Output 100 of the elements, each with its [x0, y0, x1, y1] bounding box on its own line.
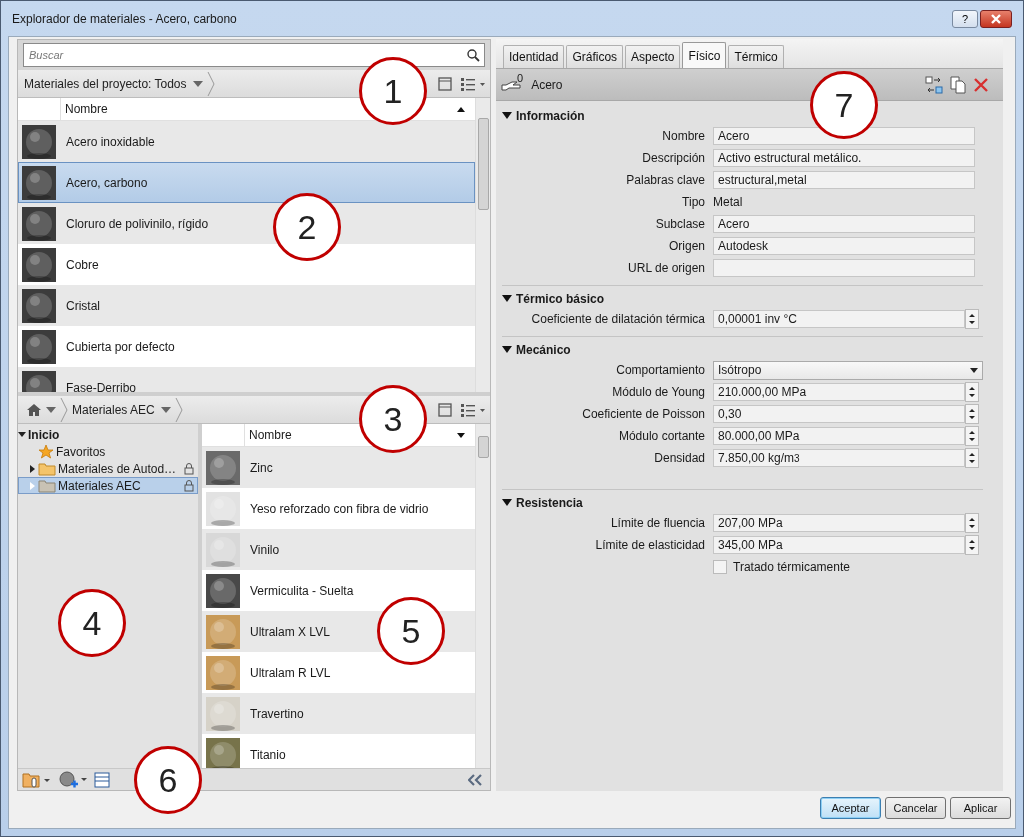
- input-field[interactable]: 0,00001 inv °C: [713, 310, 965, 328]
- chevron-icon: [174, 397, 183, 422]
- material-row[interactable]: Vinilo: [202, 529, 475, 570]
- tree-item[interactable]: Materiales de Autod…: [18, 460, 198, 477]
- section-header[interactable]: Mecánico: [502, 341, 983, 359]
- spinner-arrows-icon[interactable]: [965, 404, 979, 424]
- expanded-arrow-icon[interactable]: [502, 499, 512, 507]
- panel-icon[interactable]: [438, 402, 452, 417]
- input-field[interactable]: 207,00 MPa: [713, 514, 965, 532]
- expanded-arrow-icon[interactable]: [502, 112, 512, 120]
- replace-icon[interactable]: [925, 75, 943, 94]
- field-label: Nombre: [661, 129, 705, 143]
- tab[interactable]: Identidad: [503, 45, 565, 68]
- caret-icon: [160, 406, 171, 413]
- caret-icon[interactable]: [46, 406, 56, 413]
- expanded-arrow-icon[interactable]: [502, 295, 512, 303]
- folder-icon: [38, 478, 56, 493]
- dialog-button[interactable]: Aceptar: [820, 797, 881, 819]
- section-header[interactable]: Térmico básico: [502, 290, 983, 308]
- sort-down-icon[interactable]: [457, 432, 465, 438]
- collapse-icon[interactable]: [468, 773, 482, 786]
- tree-item[interactable]: Inicio: [18, 426, 198, 443]
- field-value: Metal: [713, 195, 743, 209]
- checkbox[interactable]: [713, 560, 727, 574]
- sort-up-icon[interactable]: [457, 106, 465, 112]
- tab[interactable]: Físico: [682, 42, 727, 68]
- field-label: Módulo cortante: [617, 429, 705, 443]
- tree-item-label: Materiales AEC: [58, 478, 142, 493]
- spinner-arrows-icon[interactable]: [965, 535, 979, 555]
- material-row[interactable]: Cristal: [18, 285, 475, 326]
- input-field[interactable]: [713, 259, 975, 277]
- breadcrumb-item[interactable]: Materiales AEC: [72, 402, 171, 417]
- scrollbar[interactable]: [475, 424, 490, 768]
- field-label: Subclase: [654, 217, 705, 231]
- field-label: Palabras clave: [625, 173, 705, 187]
- field-label: Límite de fluencia: [609, 516, 705, 530]
- tab[interactable]: Térmico: [728, 45, 784, 68]
- material-row[interactable]: Zinc: [202, 447, 475, 488]
- add-material-icon[interactable]: [58, 770, 88, 789]
- input-field[interactable]: 0,30: [713, 405, 965, 423]
- tab[interactable]: Aspecto: [625, 45, 681, 68]
- input-field[interactable]: Acero: [713, 127, 975, 145]
- field-label: Descripción: [641, 151, 705, 165]
- scrollbar[interactable]: [475, 98, 490, 392]
- input-field[interactable]: Activo estructural metálico.: [713, 149, 975, 167]
- field-label: URL de origen: [627, 261, 705, 275]
- input-field[interactable]: 345,00 MPa: [713, 536, 965, 554]
- caret-icon: [192, 80, 203, 87]
- field-label: Comportamiento: [615, 363, 705, 377]
- spinner-arrows-icon[interactable]: [965, 309, 979, 329]
- panel-icon[interactable]: [94, 771, 110, 788]
- tree-item[interactable]: Materiales AEC: [18, 477, 198, 494]
- chevron-icon: [60, 397, 68, 422]
- expanded-arrow-icon[interactable]: [18, 430, 26, 439]
- field-label: Origen: [667, 239, 705, 253]
- spinner-arrows-icon[interactable]: [965, 448, 979, 468]
- material-row[interactable]: Travertino: [202, 693, 475, 734]
- copy-icon[interactable]: [949, 75, 967, 94]
- home-icon[interactable]: [26, 402, 42, 417]
- spinner-arrows-icon[interactable]: [965, 513, 979, 533]
- dialog-button[interactable]: Aplicar: [950, 797, 1011, 819]
- search-field[interactable]: Buscar: [23, 43, 485, 67]
- dropdown[interactable]: Isótropo: [713, 360, 983, 380]
- checkbox-label: Tratado térmicamente: [733, 560, 850, 574]
- field-label: Coeficiente de Poisson: [581, 407, 705, 421]
- dialog-button[interactable]: Cancelar: [885, 797, 946, 819]
- chevron-icon: [206, 71, 215, 96]
- input-field[interactable]: 210.000,00 MPa: [713, 383, 965, 401]
- material-row[interactable]: Acero inoxidable: [18, 121, 475, 162]
- window-title: Explorador de materiales - Acero, carbono: [12, 11, 238, 26]
- help-button[interactable]: ?: [952, 9, 978, 28]
- star-icon: [38, 443, 54, 460]
- tab[interactable]: Gráficos: [566, 45, 624, 68]
- field-label: Coeficiente de dilatación térmica: [530, 312, 705, 326]
- section-header[interactable]: Resistencia: [502, 494, 983, 512]
- list-view-icon[interactable]: [460, 402, 486, 417]
- input-field[interactable]: Autodesk: [713, 237, 975, 255]
- field-label: Tipo: [681, 195, 705, 209]
- delete-icon[interactable]: [973, 76, 989, 93]
- tree-item-label: Materiales de Autod…: [58, 461, 178, 476]
- field-label: Módulo de Young: [611, 385, 705, 399]
- expanded-arrow-icon[interactable]: [502, 346, 512, 354]
- input-field[interactable]: 80.000,00 MPa: [713, 427, 965, 445]
- folder-icon[interactable]: [22, 771, 52, 788]
- panel-icon[interactable]: [438, 76, 452, 91]
- spinner-arrows-icon[interactable]: [965, 382, 979, 402]
- material-row[interactable]: Fase-Derribo: [18, 367, 475, 392]
- list-view-icon[interactable]: [460, 76, 486, 91]
- search-icon: [467, 48, 480, 62]
- close-button[interactable]: [980, 9, 1012, 28]
- asset-name: Acero: [531, 77, 563, 92]
- input-field[interactable]: Acero: [713, 215, 975, 233]
- material-row[interactable]: Acero, carbono: [18, 162, 475, 203]
- usage-count: 0: [517, 72, 524, 84]
- close-icon: [990, 12, 1002, 25]
- input-field[interactable]: estructural,metal: [713, 171, 975, 189]
- spinner-arrows-icon[interactable]: [965, 426, 979, 446]
- field-label: Límite de elasticidad: [594, 538, 705, 552]
- tree-item[interactable]: Favoritos: [18, 443, 198, 460]
- caret-icon: [970, 367, 978, 373]
